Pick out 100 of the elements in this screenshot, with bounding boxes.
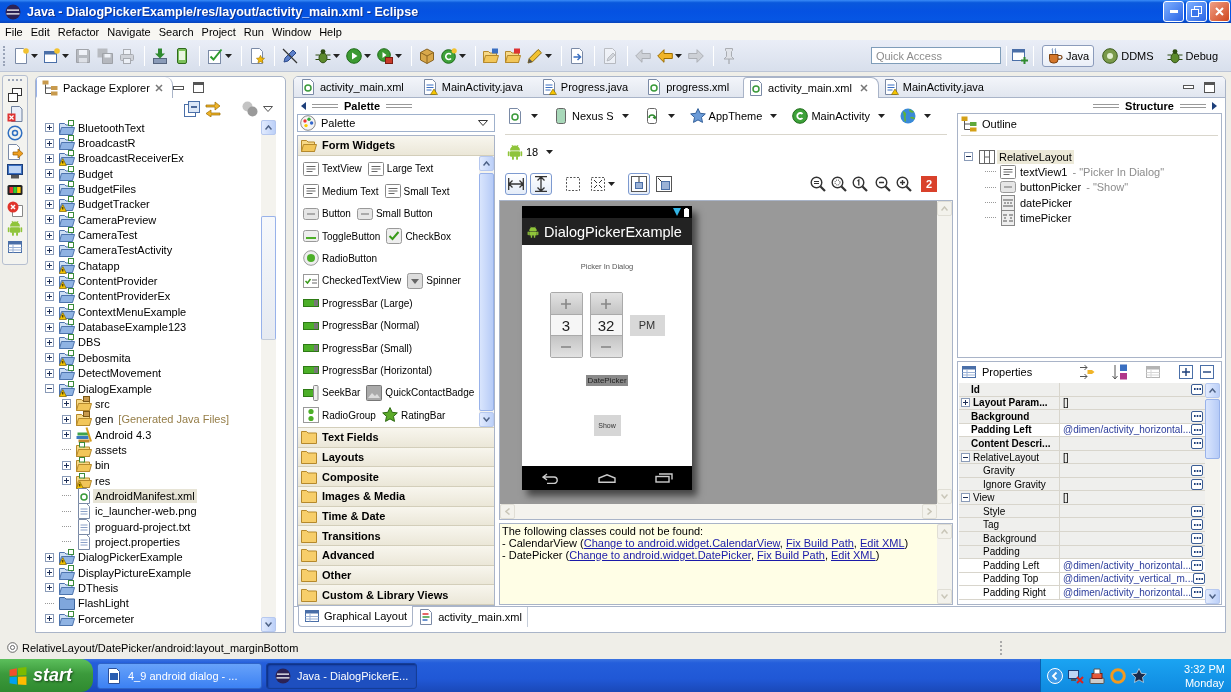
category-header[interactable]: Other [298,565,494,586]
locale-menu[interactable] [898,108,934,124]
plus-box-icon[interactable] [45,184,54,194]
toolbar-button[interactable] [375,45,404,66]
date-picker-field[interactable]: DatePicker [586,375,628,386]
ellipsis-button[interactable] [1191,424,1203,436]
ellipsis-button[interactable] [1191,559,1203,571]
zoom-fit-icon[interactable] [810,176,826,192]
rings-icon[interactable] [7,125,23,141]
tree-item[interactable]: proguard-project.txt [93,519,193,534]
menu-item[interactable]: Edit [26,25,54,38]
palette-item[interactable]: Small Text [384,183,450,200]
scroll-down-button[interactable] [1205,589,1220,604]
tree-item[interactable]: bin [93,458,112,473]
arrows-right-icon[interactable] [1079,363,1095,380]
monitor-icon[interactable] [7,163,23,179]
perspective-button[interactable]: DDMS [1097,44,1159,67]
palette-item[interactable]: Medium Text [303,183,379,200]
menu-item[interactable]: Run [239,25,268,38]
tree-item[interactable]: project.properties [93,534,182,549]
tree-item[interactable]: CameraPreview [76,212,159,227]
palette-item[interactable]: QuickContactBadge [366,384,475,401]
menu-item[interactable]: File [1,25,27,38]
window-plus-icon[interactable] [1011,47,1028,64]
swap-arrows-icon[interactable] [205,101,221,117]
close-icon[interactable] [154,83,163,92]
outline-item[interactable]: datePicker [1018,195,1074,210]
scroll-thumb[interactable] [1205,399,1220,459]
menu-item[interactable]: Help [315,25,346,38]
document-arrow-icon[interactable] [7,144,23,160]
link[interactable]: Fix Build Path [757,549,825,561]
palette-item[interactable]: ProgressBar (Horizontal) [303,362,433,379]
stripes-icon[interactable] [7,182,23,198]
palette-item[interactable]: Button [303,205,351,222]
editor-tab[interactable]: Graphical Layout [298,606,414,627]
start-button[interactable]: start [0,659,93,692]
minimize-button[interactable] [1163,1,1184,22]
triangle-left-icon[interactable] [301,101,306,110]
editor-tab[interactable]: MainActivity.java [878,77,998,97]
tree-item[interactable]: DatabaseExample123 [76,320,189,335]
maximize-icon[interactable] [1204,81,1215,93]
palette-dropdown[interactable]: Palette [297,114,495,132]
plus-box-icon[interactable] [62,430,71,440]
tree-item[interactable]: Android 4.3 [93,427,154,442]
ellipsis-button[interactable] [1191,410,1203,422]
ellipsis-button[interactable] [1191,586,1203,598]
menu-item[interactable]: Search [154,25,198,38]
star-icon[interactable] [1131,667,1147,684]
minus-box-icon[interactable] [961,493,970,503]
plus-box-icon[interactable] [45,353,54,363]
outline-item[interactable]: timePicker [1018,210,1074,225]
plus-box-icon[interactable] [45,368,54,378]
category-header[interactable]: Images & Media [298,486,494,507]
error-document-icon[interactable] [7,106,23,122]
category-header[interactable]: Transitions [298,526,494,546]
tree-item[interactable]: gen [93,412,116,427]
tree-item[interactable]: assets [93,442,129,457]
editor-tab[interactable]: activity_main.xml [743,77,879,98]
layout-action-button[interactable] [653,173,675,195]
tree-item[interactable]: AndroidManifest.xml [93,488,197,503]
palette-item[interactable]: CheckBox [386,228,451,245]
scroll-down-button[interactable] [261,617,276,632]
ellipsis-button[interactable] [1191,465,1203,477]
tree-item[interactable]: src [93,396,112,411]
palette-item[interactable]: Spinner [407,272,461,289]
tree-item[interactable]: BudgetTracker [76,197,152,212]
plus-box-icon[interactable] [45,230,54,240]
palette-item[interactable]: RadioGroup [303,407,376,424]
plus-box-icon[interactable] [45,153,54,163]
tree-item[interactable]: BroadcastR [76,136,138,150]
palette-item[interactable]: ToggleButton [303,228,381,245]
toolbar-button[interactable] [42,45,71,66]
palette-item[interactable]: CheckedTextView [303,272,402,289]
tree-item[interactable]: Forcemeter [76,611,137,626]
activity-menu[interactable]: MainActivity [790,108,888,124]
zoom-region-icon[interactable] [831,176,847,192]
category-header[interactable]: Custom & Library Views [298,585,494,605]
plus-box-icon[interactable] [45,215,54,225]
minus-box-icon[interactable] [961,452,970,462]
palette-item[interactable]: TextView [303,160,362,177]
ellipsis-button[interactable] [1191,437,1203,449]
monitor-cross-icon[interactable] [1068,667,1084,684]
category-header[interactable]: Composite [298,467,494,487]
plus-box-icon[interactable] [961,398,970,408]
outline-item[interactable]: buttonPicker [1018,180,1084,195]
plus-box-icon[interactable] [45,169,54,179]
error-count-badge[interactable]: 2 [921,176,937,192]
ellipsis-button[interactable] [1191,383,1203,395]
tree-item[interactable]: DBS [76,335,103,350]
plus-box-icon[interactable] [45,261,54,271]
layout-action-button[interactable] [505,173,527,195]
tree-item[interactable]: FlashLight [76,596,131,611]
menu-item[interactable]: Window [268,25,316,38]
maximize-icon[interactable] [192,82,204,93]
plus-box-icon[interactable] [45,138,54,148]
plus-box-icon[interactable] [45,614,54,624]
tree-item[interactable]: ic_launcher-web.png [93,504,199,519]
ellipsis-button[interactable] [1191,505,1203,517]
tree-item[interactable]: DThesis [76,581,121,595]
tree-item[interactable]: BluetoothText [76,120,147,135]
